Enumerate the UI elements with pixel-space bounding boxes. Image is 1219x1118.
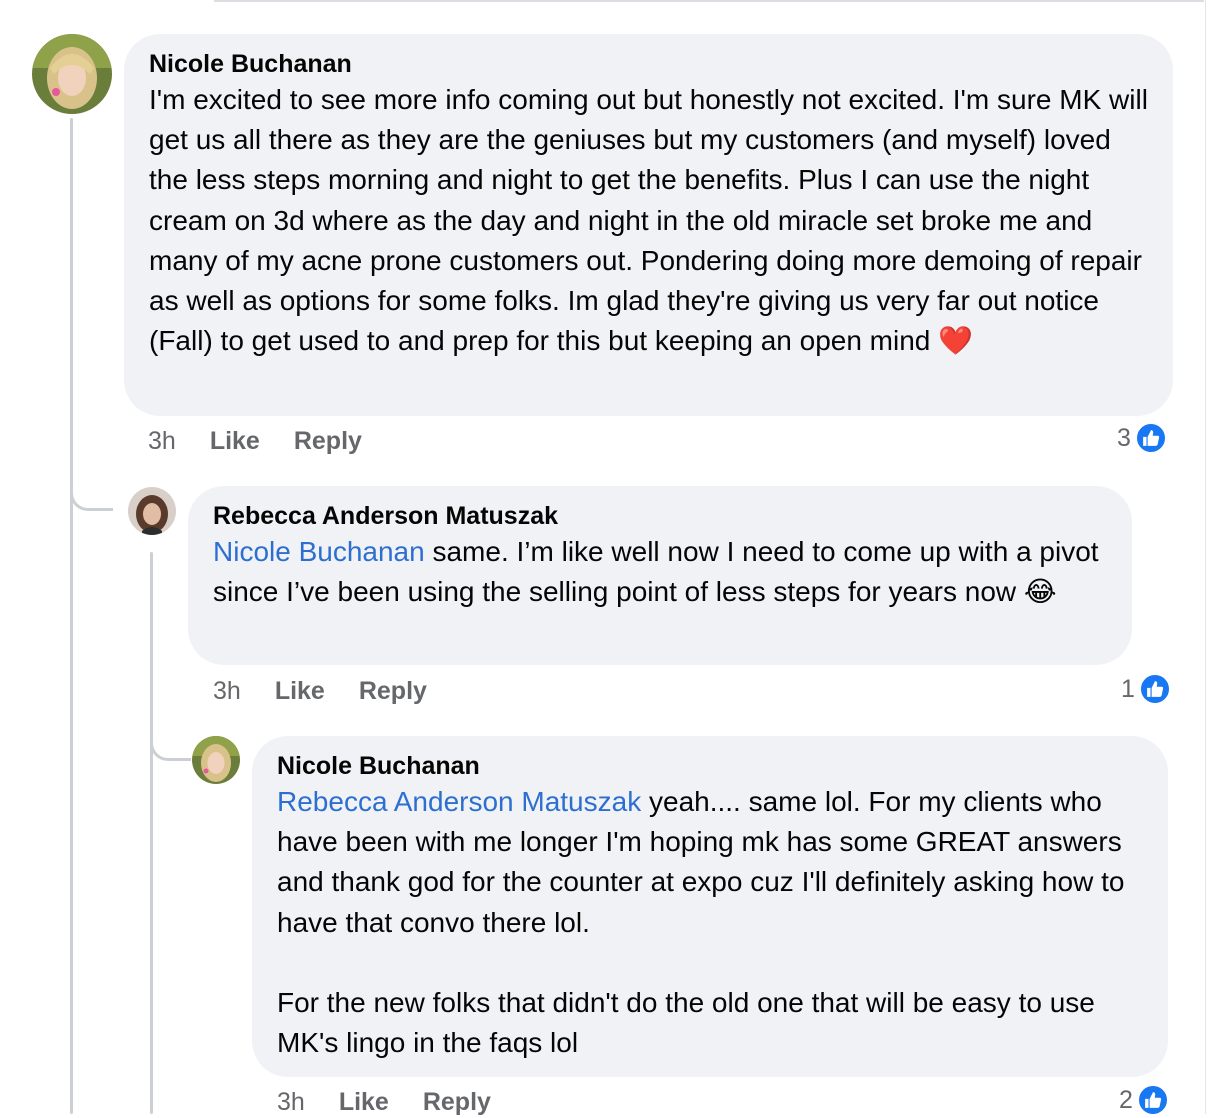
comment-text: I'm excited to see more info coming out …	[149, 80, 1153, 361]
comment-author[interactable]: Nicole Buchanan	[149, 48, 1153, 80]
comment-time[interactable]: 3h	[277, 1086, 305, 1118]
mention-link[interactable]: Nicole Buchanan	[213, 536, 425, 567]
like-button[interactable]: Like	[339, 1086, 389, 1118]
thread-connector	[150, 690, 191, 761]
reaction-summary[interactable]: 3	[1117, 422, 1167, 454]
reply-button[interactable]: Reply	[423, 1086, 491, 1118]
avatar-photo-icon	[128, 487, 176, 535]
thumbs-up-icon	[1138, 673, 1171, 705]
avatar[interactable]	[32, 34, 112, 114]
thread-line	[150, 552, 153, 1114]
avatar-photo-icon	[32, 34, 112, 114]
comment-actions: 3h Like Reply	[213, 675, 427, 707]
reply-button[interactable]: Reply	[359, 675, 427, 707]
comment-actions: 3h Like Reply	[148, 425, 362, 457]
thread-connector	[70, 440, 113, 511]
mention-link[interactable]: Rebecca Anderson Matuszak	[277, 786, 641, 817]
thumbs-up-icon	[1136, 1084, 1169, 1116]
comment-bubble: Nicole Buchanan I'm excited to see more …	[124, 34, 1173, 416]
comment-body: I'm excited to see more info coming out …	[149, 84, 1156, 357]
comment-author[interactable]: Nicole Buchanan	[277, 750, 1148, 782]
scroll-edge	[1205, 0, 1206, 1114]
avatar[interactable]	[192, 736, 240, 784]
reply-button[interactable]: Reply	[294, 425, 362, 457]
thread-line	[70, 118, 73, 1114]
comment-text: Nicole Buchanan same. I’m like well now …	[213, 532, 1112, 612]
avatar-photo-icon	[192, 736, 240, 784]
comment-time[interactable]: 3h	[213, 675, 241, 707]
reaction-summary[interactable]: 1	[1121, 673, 1171, 705]
comment-actions: 3h Like Reply	[277, 1086, 491, 1118]
like-button[interactable]: Like	[275, 675, 325, 707]
reaction-count: 1	[1121, 674, 1135, 703]
heart-emoji: ❤️	[938, 325, 974, 357]
thumbs-up-icon	[1134, 422, 1167, 454]
comment-text: Rebecca Anderson Matuszak yeah.... same …	[277, 782, 1148, 943]
divider-line	[214, 0, 1204, 2]
comment-text-paragraph: For the new folks that didn't do the old…	[277, 986, 1103, 1059]
avatar[interactable]	[128, 487, 176, 535]
reaction-summary[interactable]: 2	[1119, 1084, 1169, 1116]
comment-bubble: Nicole Buchanan Rebecca Anderson Matusza…	[252, 736, 1168, 1077]
laughing-emoji: 😂	[1023, 576, 1057, 608]
reaction-count: 2	[1119, 1085, 1133, 1114]
comment-author[interactable]: Rebecca Anderson Matuszak	[213, 500, 1112, 532]
like-button[interactable]: Like	[210, 425, 260, 457]
comment-bubble: Rebecca Anderson Matuszak Nicole Buchana…	[188, 486, 1132, 665]
reaction-count: 3	[1117, 423, 1131, 452]
comment-time[interactable]: 3h	[148, 425, 176, 457]
